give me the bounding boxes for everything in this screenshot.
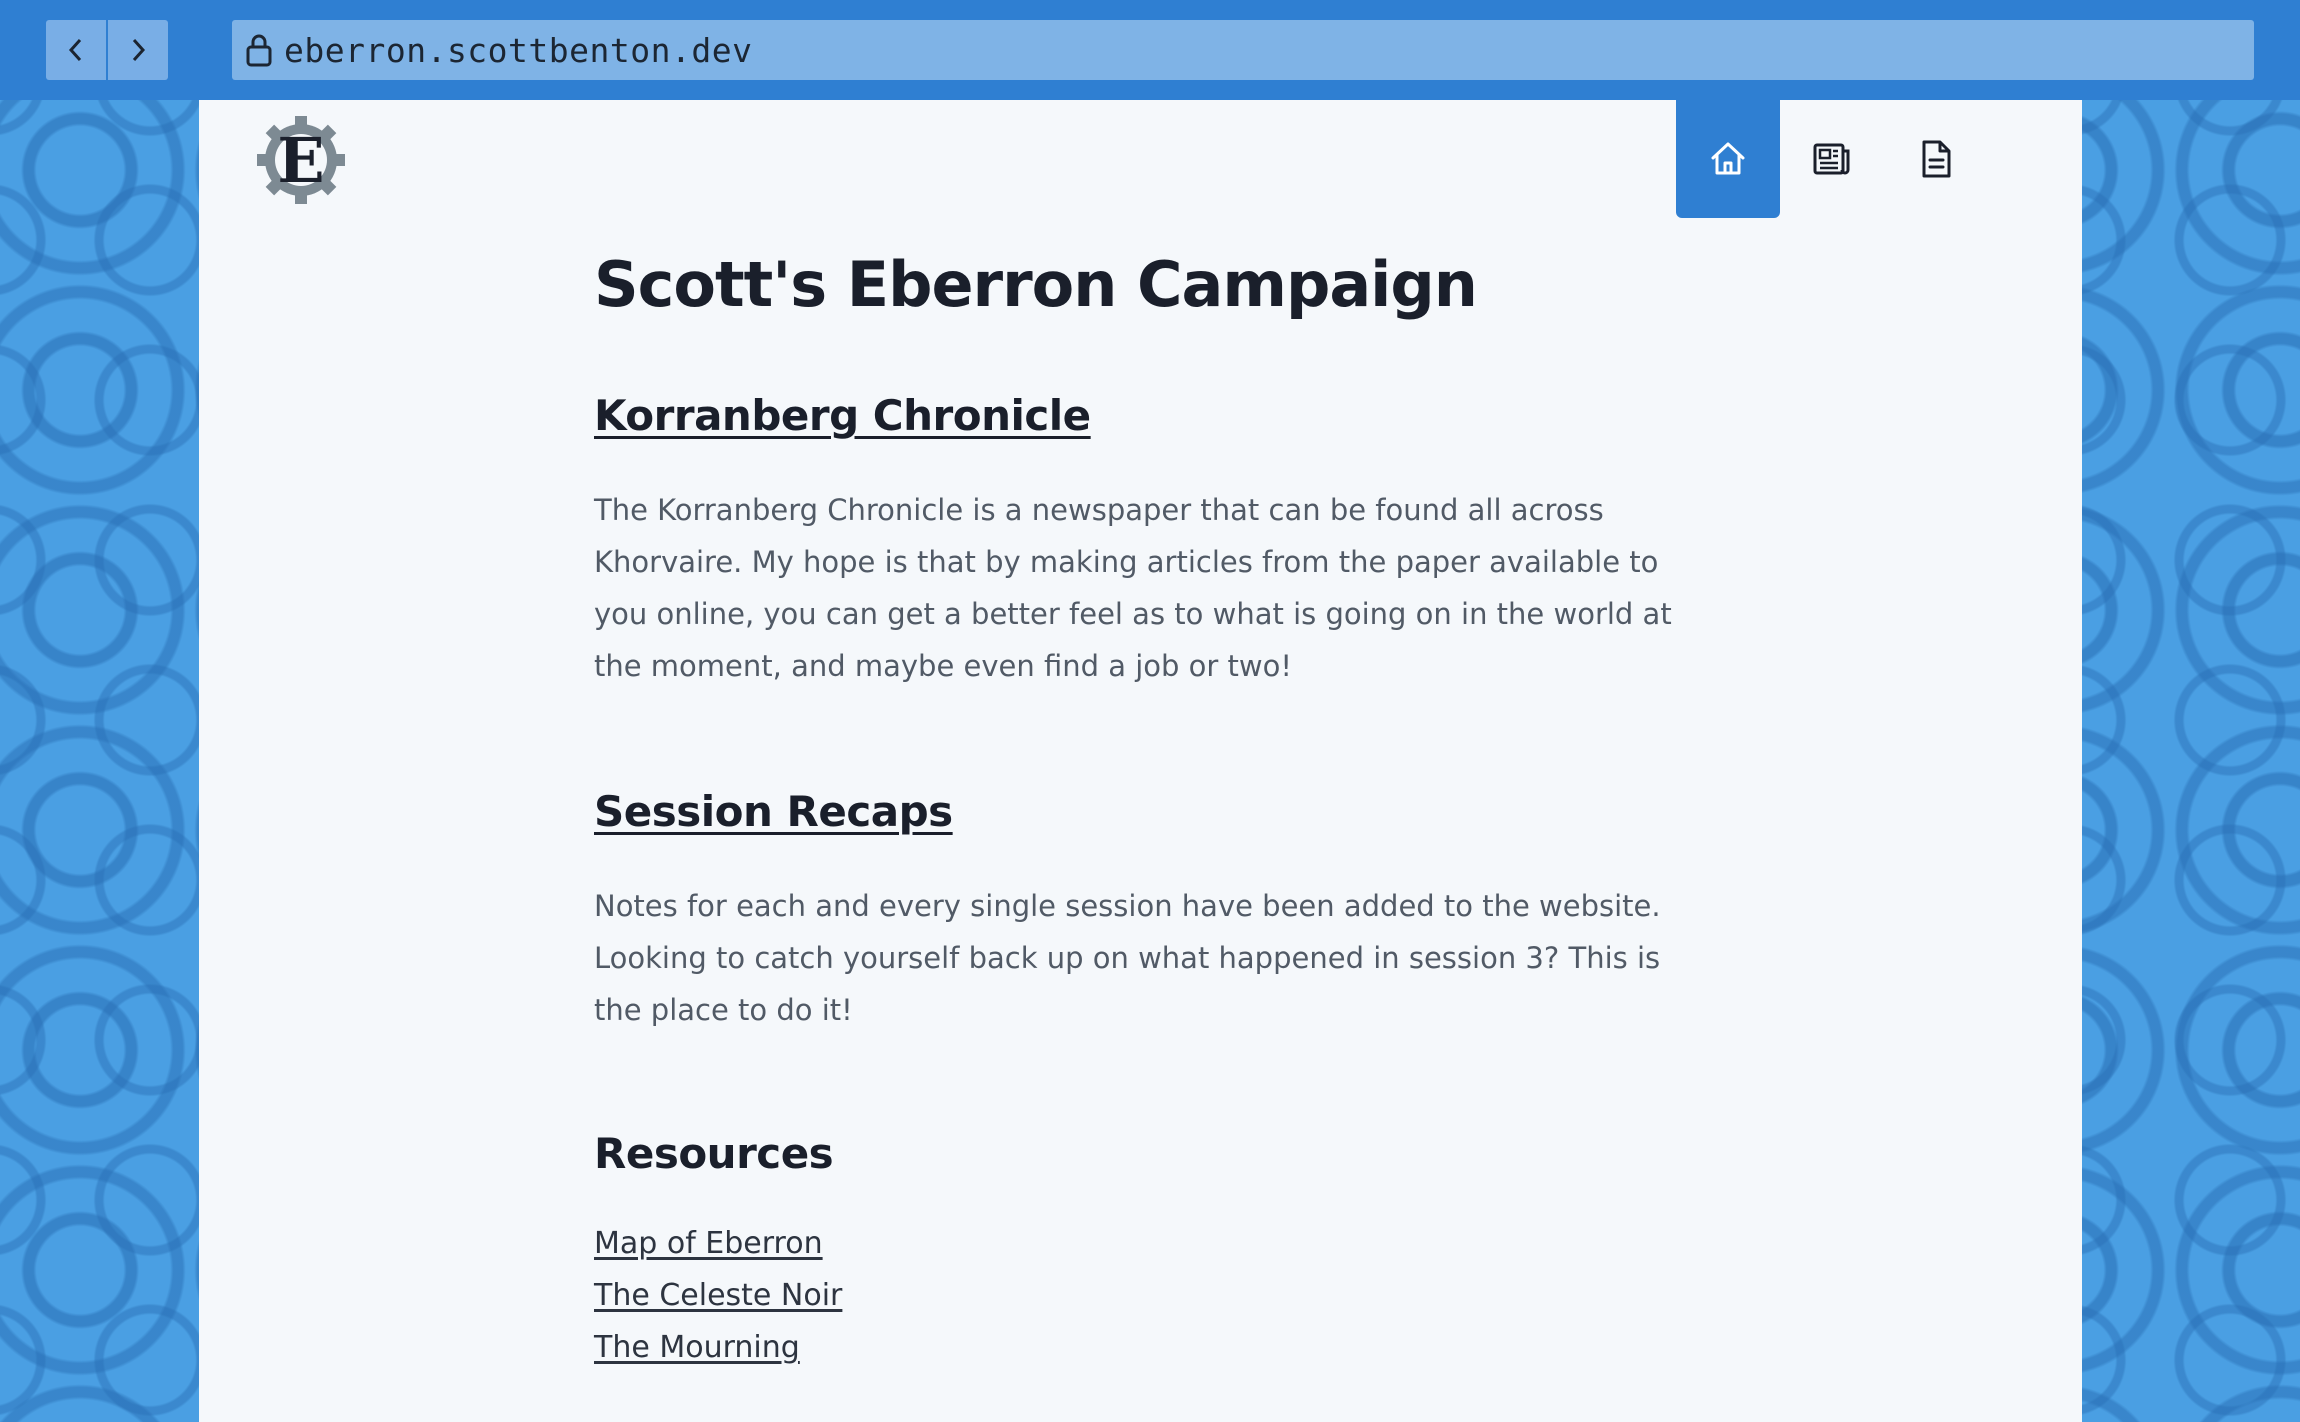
list-item: Map of Eberron: [594, 1218, 1694, 1270]
back-button[interactable]: [46, 20, 106, 80]
section-heading-sessions: Session Recaps: [594, 784, 1694, 840]
forward-button[interactable]: [108, 20, 168, 80]
section-body-sessions: Notes for each and every single session …: [594, 889, 1661, 1027]
site-nav: [1676, 100, 2082, 218]
page-container: E Scott's Eberron Campaign Korranberg Ch…: [199, 100, 2082, 1422]
gear-logo-icon: E: [257, 116, 345, 204]
site-logo[interactable]: E: [255, 114, 347, 206]
url-text: eberron.scottbenton.dev: [284, 30, 753, 70]
chronicle-link[interactable]: Korranberg Chronicle: [594, 391, 1091, 440]
browser-toolbar: eberron.scottbenton.dev: [0, 0, 2300, 100]
svg-text:E: E: [277, 124, 324, 197]
lock-icon: [242, 30, 276, 70]
main-content: Scott's Eberron Campaign Korranberg Chro…: [594, 240, 1694, 1374]
resources-list: Map of Eberron The Celeste Noir The Mour…: [594, 1218, 1694, 1374]
page-title: Scott's Eberron Campaign: [594, 248, 1478, 321]
nav-chronicle[interactable]: [1780, 100, 1884, 218]
resource-link-celeste-noir[interactable]: The Celeste Noir: [594, 1278, 842, 1313]
resources-heading: Resources: [594, 1129, 834, 1178]
section-heading-chronicle: Korranberg Chronicle: [594, 388, 1694, 444]
list-item: The Mourning: [594, 1322, 1694, 1374]
nav-home[interactable]: [1676, 100, 1780, 218]
resource-link-mourning[interactable]: The Mourning: [594, 1330, 800, 1365]
address-bar[interactable]: eberron.scottbenton.dev: [232, 20, 2254, 80]
chevron-left-icon: [68, 38, 82, 62]
nav-sessions[interactable]: [1884, 100, 1988, 218]
document-icon: [1922, 140, 1951, 178]
section-body-chronicle: The Korranberg Chronicle is a newspaper …: [594, 493, 1672, 683]
home-icon: [1711, 142, 1745, 175]
resource-link-map[interactable]: Map of Eberron: [594, 1226, 823, 1261]
sessions-link[interactable]: Session Recaps: [594, 787, 953, 836]
newspaper-icon: [1813, 143, 1850, 175]
list-item: The Celeste Noir: [594, 1270, 1694, 1322]
chevron-right-icon: [132, 38, 146, 62]
